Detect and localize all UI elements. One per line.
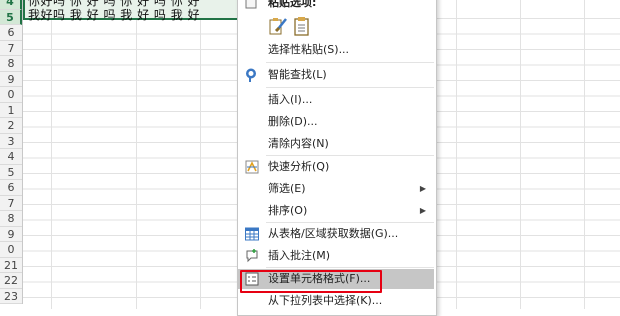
menu-separator [266, 87, 434, 88]
menu-item-pick-from-dropdown[interactable]: 从下拉列表中选择(K)... [238, 291, 434, 311]
paste-values-icon[interactable] [292, 15, 312, 37]
menu-item-sort[interactable]: 排序(O) ▶ [238, 201, 434, 221]
menu-item-label: 删除(D)... [268, 115, 318, 128]
menu-item-quick-analysis[interactable]: 快速分析(Q) [238, 157, 434, 177]
row-header-21[interactable]: 21 [0, 258, 22, 273]
comment-icon [244, 248, 260, 264]
row-5-cells[interactable]: 我好吗 我 好 吗 我 好 吗 我 好 [28, 6, 200, 23]
row-header-18[interactable]: 8 [0, 211, 22, 227]
submenu-arrow-icon: ▶ [419, 206, 426, 215]
menu-item-get-data-from-table[interactable]: 从表格/区域获取数据(G)... [238, 224, 434, 244]
row-header-8[interactable]: 8 [0, 56, 22, 72]
row-header-7[interactable]: 7 [0, 41, 22, 56]
menu-separator [266, 222, 434, 223]
menu-item-filter[interactable]: 筛选(E) ▶ [238, 179, 434, 199]
menu-item-label: 从下拉列表中选择(K)... [268, 294, 383, 307]
row-header-15[interactable]: 5 [0, 165, 22, 180]
menu-item-label: 清除内容(N) [268, 137, 329, 150]
menu-separator [266, 267, 434, 268]
context-menu: 粘贴选项: 选择性粘贴(S)... 智能查找(L) 插入(I)... 删除(D)… [237, 0, 437, 316]
menu-item-label: 选择性粘贴(S)... [268, 43, 350, 56]
row-headers: 4 5 6 7 8 9 0 1 2 3 4 5 6 7 8 9 0 21 22 … [0, 0, 23, 304]
menu-separator [266, 62, 434, 63]
row-header-9[interactable]: 9 [0, 72, 22, 87]
paste-options-title: 粘贴选项: [268, 0, 317, 9]
search-icon [244, 67, 260, 83]
row-header-5[interactable]: 5 [0, 9, 22, 25]
paste-options [268, 15, 318, 37]
menu-item-label: 插入(I)... [268, 93, 313, 106]
menu-item-clear-contents[interactable]: 清除内容(N) [238, 134, 434, 154]
paste-formatting-icon[interactable] [268, 15, 288, 37]
menu-item-label: 排序(O) [268, 204, 308, 217]
menu-item-label: 插入批注(M) [268, 249, 331, 262]
menu-item-label: 智能查找(L) [268, 68, 327, 81]
quick-analysis-icon [244, 159, 260, 175]
highlight-annotation-box [240, 270, 382, 293]
menu-separator [266, 155, 434, 156]
submenu-arrow-icon: ▶ [419, 184, 426, 193]
menu-item-label: 从表格/区域获取数据(G)... [268, 227, 399, 240]
menu-item-insert-comment[interactable]: 插入批注(M) [238, 246, 434, 266]
menu-item-delete[interactable]: 删除(D)... [238, 112, 434, 132]
row-header-16[interactable]: 6 [0, 180, 22, 196]
row-header-22[interactable]: 22 [0, 273, 22, 289]
menu-item-smart-lookup[interactable]: 智能查找(L) [238, 65, 434, 85]
row-header-10[interactable]: 0 [0, 87, 22, 103]
menu-item-insert[interactable]: 插入(I)... [238, 90, 434, 110]
row-header-11[interactable]: 1 [0, 103, 22, 118]
menu-item-label: 快速分析(Q) [268, 160, 330, 173]
row-header-6[interactable]: 6 [0, 25, 22, 41]
row-header-20[interactable]: 0 [0, 242, 22, 258]
row-header-12[interactable]: 2 [0, 118, 22, 134]
row-header-14[interactable]: 4 [0, 149, 22, 165]
menu-item-label: 筛选(E) [268, 182, 306, 195]
table-icon [244, 226, 260, 242]
clipboard-icon [244, 0, 258, 9]
row-header-17[interactable]: 7 [0, 196, 22, 211]
menu-item-paste-special[interactable]: 选择性粘贴(S)... [238, 40, 434, 60]
row-header-4[interactable]: 4 [0, 0, 22, 10]
row-header-23[interactable]: 23 [0, 289, 22, 304]
row-header-13[interactable]: 3 [0, 134, 22, 149]
row-header-19[interactable]: 9 [0, 227, 22, 242]
